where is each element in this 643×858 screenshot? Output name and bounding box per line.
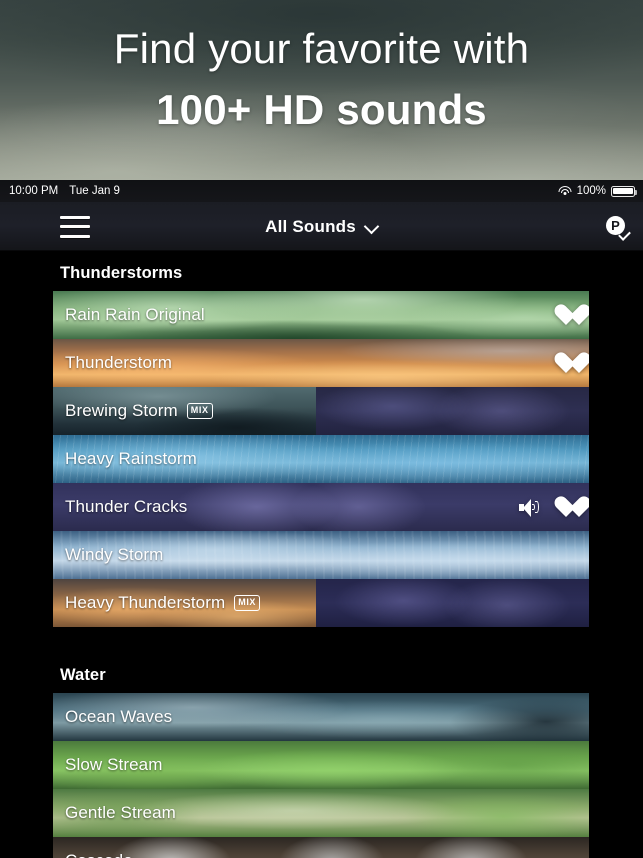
sound-title: Ocean Waves bbox=[65, 707, 173, 726]
sound-title: Thunderstorm bbox=[65, 353, 173, 372]
mix-badge: MIX bbox=[234, 595, 261, 611]
favorite-heart-icon[interactable] bbox=[553, 304, 578, 327]
section-thunderstorms: Thunderstorms Rain Rain Original Thunder… bbox=[0, 251, 643, 627]
row-label-group: Heavy Rainstorm bbox=[53, 449, 197, 469]
sound-row-thunderstorm[interactable]: Thunderstorm bbox=[53, 339, 589, 387]
nav-title-group: All Sounds bbox=[0, 217, 643, 237]
row-artwork bbox=[53, 837, 589, 858]
status-bar-left: 10:00 PM Tue Jan 9 bbox=[0, 185, 120, 197]
pro-check-badge-icon[interactable]: P bbox=[606, 215, 630, 239]
sound-title: Gentle Stream bbox=[65, 803, 176, 822]
section-title: Thunderstorms bbox=[60, 264, 183, 282]
battery-percent-label: 100% bbox=[576, 185, 606, 197]
sound-title: Windy Storm bbox=[65, 545, 164, 564]
status-bar-right: 100% bbox=[558, 185, 643, 197]
all-sounds-dropdown-label[interactable]: All Sounds bbox=[265, 217, 356, 237]
speaker-volume-icon[interactable] bbox=[519, 498, 541, 517]
sound-row-windy-storm[interactable]: Windy Storm bbox=[53, 531, 589, 579]
hamburger-menu-icon[interactable] bbox=[60, 215, 90, 238]
row-label-group: Thunderstorm bbox=[53, 353, 172, 373]
sound-title: Rain Rain Original bbox=[65, 305, 205, 324]
status-bar: 10:00 PM Tue Jan 9 100% bbox=[0, 180, 643, 202]
hero-headline-line1: Find your favorite with bbox=[113, 25, 530, 72]
sound-row-slow-stream[interactable]: Slow Stream bbox=[53, 741, 589, 789]
section-water: Water Ocean Waves Slow Stream Gentle Str… bbox=[0, 653, 643, 858]
row-label-group: Ocean Waves bbox=[53, 707, 172, 727]
sound-list: Thunderstorms Rain Rain Original Thunder… bbox=[0, 251, 643, 858]
status-date: Tue Jan 9 bbox=[69, 185, 120, 197]
row-label-group: Slow Stream bbox=[53, 755, 162, 775]
sound-title: Cascade bbox=[65, 851, 133, 858]
section-title: Water bbox=[60, 666, 106, 684]
wifi-icon bbox=[558, 185, 572, 197]
row-label-group: Thunder Cracks bbox=[53, 497, 187, 517]
chevron-down-icon[interactable] bbox=[365, 220, 378, 233]
row-label-group: Rain Rain Original bbox=[53, 305, 205, 325]
row-actions bbox=[519, 496, 589, 519]
sound-row-thunder-cracks[interactable]: Thunder Cracks bbox=[53, 483, 589, 531]
status-time: 10:00 PM bbox=[9, 185, 59, 197]
hero-banner: Find your favorite with 100+ HD sounds bbox=[0, 0, 643, 180]
sound-row-rain-rain-original[interactable]: Rain Rain Original bbox=[53, 291, 589, 339]
sound-title: Thunder Cracks bbox=[65, 497, 188, 516]
check-mark-icon bbox=[619, 231, 630, 238]
sound-title: Heavy Thunderstorm bbox=[65, 593, 226, 612]
section-rows: Rain Rain Original Thunderstorm Brewing … bbox=[53, 291, 589, 627]
sound-row-brewing-storm[interactable]: Brewing Storm MIX bbox=[53, 387, 589, 435]
hero-headline-line2: 100+ HD sounds bbox=[156, 86, 487, 133]
row-actions bbox=[553, 352, 589, 375]
hero-text-block: Find your favorite with 100+ HD sounds bbox=[0, 28, 643, 131]
app-root: Find your favorite with 100+ HD sounds 1… bbox=[0, 0, 643, 858]
row-label-group: Gentle Stream bbox=[53, 803, 176, 823]
sound-title: Heavy Rainstorm bbox=[65, 449, 197, 468]
sound-title: Brewing Storm bbox=[65, 401, 178, 420]
sound-row-gentle-stream[interactable]: Gentle Stream bbox=[53, 789, 589, 837]
sound-title: Slow Stream bbox=[65, 755, 163, 774]
favorite-heart-icon[interactable] bbox=[553, 352, 578, 375]
battery-full-icon bbox=[611, 185, 637, 197]
navigation-bar: All Sounds P bbox=[0, 202, 643, 251]
sound-row-cascade[interactable]: Cascade bbox=[53, 837, 589, 858]
row-label-group: Heavy Thunderstorm MIX bbox=[53, 593, 261, 613]
row-label-group: Brewing Storm MIX bbox=[53, 401, 213, 421]
sound-row-ocean-waves[interactable]: Ocean Waves bbox=[53, 693, 589, 741]
row-label-group: Cascade bbox=[53, 851, 133, 858]
sound-row-heavy-rainstorm[interactable]: Heavy Rainstorm bbox=[53, 435, 589, 483]
row-label-group: Windy Storm bbox=[53, 545, 163, 565]
mix-badge: MIX bbox=[186, 403, 213, 419]
row-actions bbox=[553, 304, 589, 327]
section-rows: Ocean Waves Slow Stream Gentle Stream bbox=[53, 693, 589, 858]
sound-row-heavy-thunderstorm[interactable]: Heavy Thunderstorm MIX bbox=[53, 579, 589, 627]
favorite-heart-icon[interactable] bbox=[553, 496, 578, 519]
